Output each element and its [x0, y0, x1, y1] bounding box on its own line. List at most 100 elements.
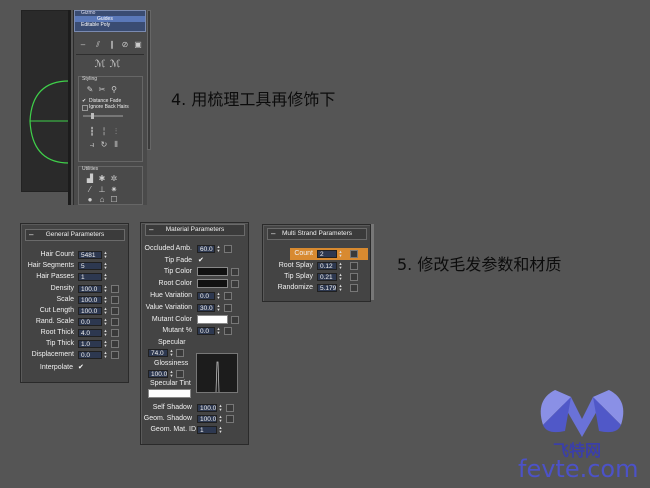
general-param-spinner[interactable]: ▲ ▼: [103, 318, 108, 326]
general-param-map-button[interactable]: [111, 340, 119, 348]
hair-brush-icon[interactable]: ✎: [85, 85, 95, 95]
rotate-icon[interactable]: ↻: [99, 140, 109, 150]
general-param-spinner[interactable]: ▲ ▼: [103, 307, 108, 315]
self-shadow-map-button[interactable]: [226, 404, 234, 412]
scale-icon[interactable]: ⫴: [111, 140, 121, 150]
brush-icon[interactable]: ℳ: [94, 60, 106, 70]
value-variation-spinner[interactable]: ▲ ▼: [216, 304, 221, 312]
mutant-pct-spinner[interactable]: ▲ ▼: [216, 327, 221, 335]
general-param-spinner[interactable]: ▲ ▼: [103, 329, 108, 337]
occluded-field[interactable]: 60.0: [197, 245, 215, 253]
glossiness-field[interactable]: 100.0: [148, 370, 168, 378]
recomb-icon[interactable]: ⁄: [85, 185, 95, 195]
general-param-field[interactable]: 0.0: [78, 351, 102, 359]
general-param-field[interactable]: 5481: [78, 251, 102, 259]
general-param-field[interactable]: 4.0: [78, 329, 102, 337]
tip-color-map-button[interactable]: [231, 268, 239, 276]
mutant-pct-field[interactable]: 0.0: [197, 327, 215, 335]
geom-shadow-spinner[interactable]: ▲ ▼: [218, 415, 223, 423]
glossiness-spinner[interactable]: ▲ ▼: [169, 370, 174, 378]
hue-variation-map-button[interactable]: [224, 292, 232, 300]
general-param-spinner[interactable]: ▲ ▼: [103, 351, 108, 359]
root-color-swatch[interactable]: [197, 279, 228, 288]
general-param-spinner[interactable]: ▲ ▼: [103, 251, 108, 259]
general-param-field[interactable]: 0.0: [78, 318, 102, 326]
multi-param-field[interactable]: 0.12: [317, 262, 337, 270]
mutant-pct-map-button[interactable]: [224, 327, 232, 335]
geom-shadow-map-button[interactable]: [226, 415, 234, 423]
specular-tint-swatch[interactable]: [148, 389, 191, 398]
specular-spinner[interactable]: ▲ ▼: [169, 349, 174, 357]
remove-modifier-icon[interactable]: ⊘: [120, 40, 130, 50]
self-shadow-spinner[interactable]: ▲ ▼: [218, 404, 223, 412]
general-param-field[interactable]: 1.0: [78, 340, 102, 348]
general-param-spinner[interactable]: ▲ ▼: [103, 285, 108, 293]
general-param-field[interactable]: 100.0: [78, 296, 102, 304]
general-param-map-button[interactable]: [111, 285, 119, 293]
puff-roots-icon[interactable]: ⫶: [111, 127, 121, 137]
general-param-map-button[interactable]: [111, 351, 119, 359]
configure-sets-icon[interactable]: ▣: [133, 40, 143, 50]
ignore-back-hairs-check[interactable]: [82, 105, 88, 111]
occluded-map-button[interactable]: [224, 245, 232, 253]
geom-shadow-field[interactable]: 100.0: [197, 415, 217, 423]
hair-cut-icon[interactable]: ✂: [97, 85, 107, 95]
brush-size-slider[interactable]: [83, 115, 123, 117]
lock-icon[interactable]: ⌂: [97, 195, 107, 205]
general-param-field[interactable]: 100.0: [78, 285, 102, 293]
viewport[interactable]: [21, 10, 70, 192]
general-param-spinner[interactable]: ▲ ▼: [103, 296, 108, 304]
hair-select-icon[interactable]: ⚲: [109, 85, 119, 95]
general-param-spinner[interactable]: ▲ ▼: [103, 340, 108, 348]
stack-item-editable-poly[interactable]: Editable Poly: [75, 22, 145, 28]
multi-strand-header[interactable]: – Multi Strand Parameters: [267, 228, 367, 240]
multi-param-map-button[interactable]: [350, 262, 358, 270]
general-param-spinner[interactable]: ▲ ▼: [103, 273, 108, 281]
general-param-map-button[interactable]: [111, 318, 119, 326]
value-variation-field[interactable]: 30.0: [197, 304, 215, 312]
general-param-field[interactable]: 1: [78, 273, 102, 281]
stand-icon[interactable]: ╎: [99, 127, 109, 137]
multi-param-field[interactable]: 5.179: [317, 284, 337, 292]
hue-variation-field[interactable]: 0.0: [197, 292, 215, 300]
clump-icon[interactable]: ⥽: [87, 140, 97, 150]
tip-fade-checkbox[interactable]: ✔: [198, 256, 204, 266]
value-variation-map-button[interactable]: [224, 304, 232, 312]
occluded-spinner[interactable]: ▲ ▼: [216, 245, 221, 253]
general-param-map-button[interactable]: [111, 296, 119, 304]
general-parameters-header[interactable]: – General Parameters: [25, 229, 125, 241]
brush-size-handle[interactable]: [91, 113, 94, 119]
show-end-result-icon[interactable]: ⫽: [93, 40, 103, 50]
self-shadow-field[interactable]: 100.0: [197, 404, 217, 412]
multi-strand-scrollbar[interactable]: [371, 224, 374, 300]
comb-icon[interactable]: ℳ: [109, 60, 121, 70]
multi-param-spinner[interactable]: ▲ ▼: [338, 250, 343, 258]
translate-icon[interactable]: ┇: [87, 127, 97, 137]
modifier-stack[interactable]: Gizmo Guides Editable Poly: [74, 10, 146, 32]
attenuate-icon[interactable]: ▟: [85, 174, 95, 184]
pop-zero-icon[interactable]: ✲: [109, 174, 119, 184]
specular-map-button[interactable]: [176, 349, 184, 357]
general-param-field[interactable]: 5: [78, 262, 102, 270]
distance-fade-check[interactable]: ✔: [82, 98, 86, 104]
unlock-icon[interactable]: ☐: [109, 195, 119, 205]
multi-param-spinner[interactable]: ▲ ▼: [338, 273, 343, 281]
general-param-field[interactable]: 100.0: [78, 307, 102, 315]
hair-dynamics-icon[interactable]: ●: [85, 195, 95, 205]
general-param-map-button[interactable]: [111, 307, 119, 315]
specular-field[interactable]: 74.0: [148, 349, 168, 357]
general-param-map-button[interactable]: [111, 329, 119, 337]
pin-stack-icon[interactable]: –: [78, 40, 88, 50]
multi-param-map-button[interactable]: [350, 250, 358, 258]
pop-selected-icon[interactable]: ✱: [97, 174, 107, 184]
reset-rest-icon[interactable]: ⊥: [97, 185, 107, 195]
glossiness-map-button[interactable]: [176, 370, 184, 378]
command-panel-scrollbar[interactable]: [147, 10, 151, 150]
tip-color-swatch[interactable]: [197, 267, 228, 276]
multi-param-spinner[interactable]: ▲ ▼: [338, 284, 343, 292]
material-parameters-header[interactable]: – Material Parameters: [145, 224, 245, 236]
mutant-color-map-button[interactable]: [231, 316, 239, 324]
make-unique-icon[interactable]: ∥: [107, 40, 117, 50]
multi-param-field[interactable]: 2: [317, 250, 337, 258]
multi-param-field[interactable]: 0.21: [317, 273, 337, 281]
